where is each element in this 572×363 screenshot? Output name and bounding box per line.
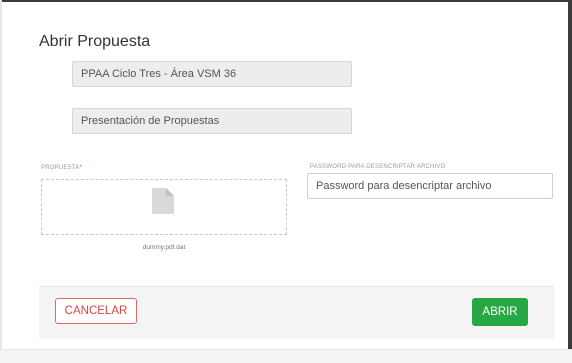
- file-name: dummy.pdf.dat: [142, 244, 186, 251]
- stage-name-field: Presentación de Propuestas: [72, 108, 352, 134]
- file-icon: [152, 188, 174, 214]
- process-name-field: PPAA Ciclo Tres - Área VSM 36: [72, 61, 352, 87]
- window-frame-bottom: [0, 349, 572, 363]
- dialog-title: Abrir Propuesta: [39, 33, 151, 50]
- required-mark: *: [79, 165, 82, 171]
- window-frame-right: [568, 0, 572, 362]
- password-input[interactable]: [307, 173, 553, 199]
- password-label: PASSWORD PARA DESENCRIPTAR ARCHIVO: [310, 164, 446, 170]
- proposal-label-text: PROPUESTA: [41, 165, 80, 171]
- proposal-label: PROPUESTA*: [41, 165, 82, 171]
- stage-name-value: Presentación de Propuestas: [81, 115, 220, 127]
- open-button[interactable]: ABRIR: [472, 298, 528, 326]
- cancel-button[interactable]: CANCELAR: [55, 298, 137, 324]
- process-name-value: PPAA Ciclo Tres - Área VSM 36: [81, 68, 237, 80]
